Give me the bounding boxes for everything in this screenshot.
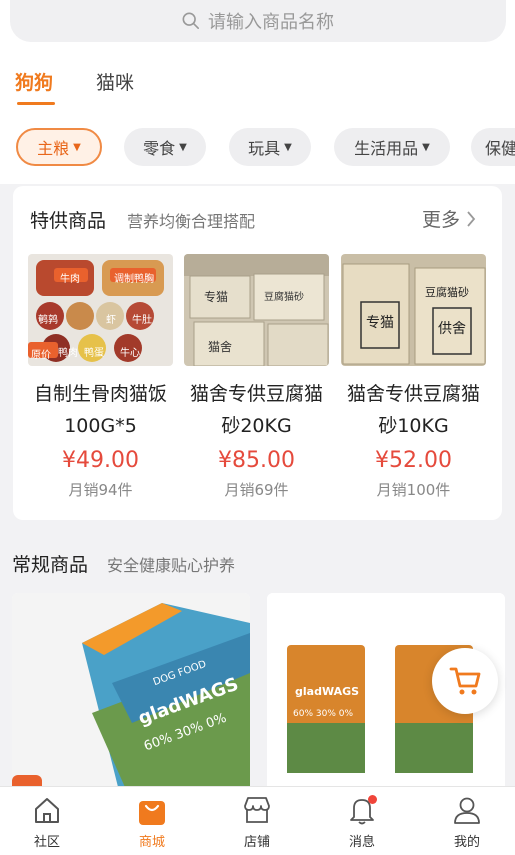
product-tag: DOG FOOD [151, 658, 208, 689]
product-name: 猫舍专供豆腐猫砂20KG [189, 383, 323, 437]
nav-messages[interactable]: 消息 [322, 793, 402, 850]
category-chips: 主粮 ▼ 零食 ▼ 玩具 ▼ 生活用品 ▼ 保健 [0, 126, 515, 168]
product-sales: 月销69件 [224, 481, 289, 499]
store-icon [244, 797, 270, 823]
product-sales: 月销100件 [376, 481, 451, 499]
tab-dog[interactable]: 狗狗 [15, 68, 53, 95]
special-title: 特供商品 [30, 210, 107, 232]
nav-label: 店铺 [243, 835, 270, 850]
caret-down-icon: ▼ [179, 141, 187, 153]
tab-cat[interactable]: 猫咪 [96, 68, 134, 95]
caret-down-icon: ▼ [284, 141, 292, 153]
chip-staple-food[interactable]: 主粮 ▼ [16, 128, 102, 166]
nav-community[interactable]: 社区 [7, 793, 87, 850]
notification-dot [368, 795, 377, 804]
image-label: 鸭肉 [58, 348, 78, 359]
product-price: ¥85.00 [218, 448, 295, 473]
nav-mall[interactable]: 商城 [112, 793, 192, 850]
search-bar[interactable]: 请输入商品名称 [10, 0, 506, 42]
tab-active-indicator [17, 102, 55, 105]
chip-label: 零食 [143, 139, 176, 158]
chip-toys[interactable]: 玩具 ▼ [229, 128, 311, 166]
image-label: 牛心 [120, 348, 140, 359]
special-product-1[interactable]: 牛肉 调制鸭胸 鹌鹑 虾 牛肚 鸭肉 鸭蛋 牛心 原价 自制生骨肉猫饭100G*… [28, 254, 173, 500]
product-name: 自制生骨肉猫饭100G*5 [33, 383, 167, 437]
special-product-2[interactable]: 专猫 猫舍 豆腐猫砂 猫舍专供豆腐猫砂20KG ¥85.00 月销69件 [184, 254, 329, 500]
home-icon [35, 798, 59, 823]
caret-down-icon: ▼ [73, 141, 81, 153]
nav-profile[interactable]: 我的 [427, 793, 507, 850]
brand-text: gladWAGS [295, 685, 360, 698]
image-label: 专猫 [204, 290, 229, 304]
chip-daily-supplies[interactable]: 生活用品 ▼ [334, 128, 450, 166]
image-label: 鹌鹑 [38, 315, 58, 326]
pet-tabs: 狗狗 猫咪 [0, 60, 515, 112]
image-label: 鸭蛋 [84, 348, 104, 359]
image-label: 供舍 [438, 321, 466, 337]
chip-label: 玩具 [248, 139, 281, 158]
product-image: 牛肉 调制鸭胸 鹌鹑 虾 牛肚 鸭肉 鸭蛋 牛心 原价 [28, 254, 173, 366]
search-placeholder: 请输入商品名称 [208, 12, 334, 33]
product-price: ¥49.00 [62, 448, 139, 473]
chip-label: 主粮 [37, 139, 70, 158]
bottom-navigation: 社区 商城 店铺 消息 我的 [0, 786, 515, 855]
chip-label: 生活用品 [354, 139, 419, 158]
product-price: ¥52.00 [375, 448, 452, 473]
image-label: 调制鸭胸 [114, 274, 154, 285]
header-area: 请输入商品名称 狗狗 猫咪 主粮 ▼ 零食 ▼ 玩具 ▼ 生活用品 ▼ 保健 [0, 0, 515, 184]
image-label: 牛肚 [132, 315, 152, 326]
more-label: 更多 [421, 209, 460, 231]
caret-down-icon: ▼ [422, 141, 430, 153]
nav-label: 社区 [33, 835, 60, 850]
shopping-bag-icon [139, 801, 165, 825]
cart-icon [449, 667, 481, 695]
special-subtitle: 营养均衡合理搭配 [127, 212, 256, 231]
regular-title: 常规商品 [12, 554, 89, 576]
search-icon [182, 12, 200, 30]
nav-label: 我的 [453, 835, 480, 850]
original-price-badge: 原价 [31, 350, 51, 361]
chevron-right-icon [467, 210, 476, 227]
user-icon [454, 797, 480, 824]
chip-health[interactable]: 保健 [471, 128, 515, 166]
image-label: 豆腐猫砂 [425, 286, 469, 299]
more-link[interactable]: 更多 [422, 205, 476, 232]
image-label: 虾 [106, 315, 116, 326]
image-label: 牛肉 [60, 274, 80, 285]
product-image: 专猫 供舍 豆腐猫砂 [341, 254, 486, 366]
image-label: 豆腐猫砂 [264, 292, 304, 303]
special-product-3[interactable]: 专猫 供舍 豆腐猫砂 猫舍专供豆腐猫砂10KG ¥52.00 月销100件 [341, 254, 486, 500]
nav-label: 消息 [348, 835, 375, 850]
product-image: 专猫 猫舍 豆腐猫砂 [184, 254, 329, 366]
product-sales: 月销94件 [68, 481, 133, 499]
product-name: 猫舍专供豆腐猫砂10KG [346, 383, 480, 437]
nutrition-ratio: 60% 30% 0% [293, 709, 354, 719]
nav-store[interactable]: 店铺 [217, 793, 297, 850]
chip-snacks[interactable]: 零食 ▼ [124, 128, 206, 166]
image-label: 专猫 [366, 315, 394, 331]
regular-product-1[interactable]: gladWAGS 60% 30% 0% DOG FOOD [12, 593, 250, 803]
chip-label: 保健 [485, 139, 515, 158]
regular-subtitle: 安全健康贴心护养 [107, 556, 236, 575]
special-products-card: 特供商品 营养均衡合理搭配 更多 牛肉 调制鸭胸 鹌鹑 虾 牛肚 鸭肉 鸭蛋 牛… [13, 186, 502, 520]
nav-label: 商城 [138, 835, 165, 850]
image-label: 猫舍 [208, 340, 233, 354]
cart-button[interactable] [432, 648, 498, 714]
